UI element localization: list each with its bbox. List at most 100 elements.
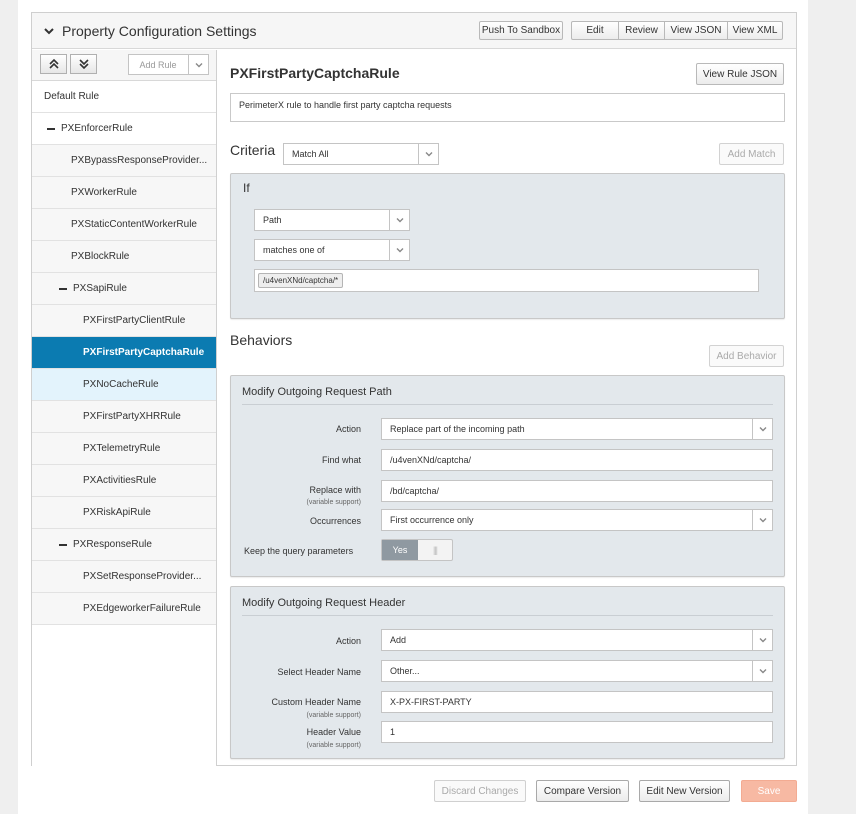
criteria-operator-select[interactable]: matches one of (254, 239, 410, 261)
tree-item[interactable]: PXTelemetryRule (32, 433, 216, 465)
tree-item[interactable]: PXBlockRule (32, 241, 216, 273)
custom-header-name-input[interactable]: X-PX-FIRST-PARTY (381, 691, 773, 713)
tree-item[interactable]: PXEdgeworkerFailureRule (32, 593, 216, 625)
tree-item[interactable]: PXFirstPartyClientRule (32, 305, 216, 337)
tree-item-label: PXSetResponseProvider... (83, 571, 202, 582)
edit-button[interactable]: Edit (571, 21, 619, 40)
criteria-field-value: Path (263, 215, 282, 225)
chevron-down-icon[interactable] (42, 24, 56, 38)
collapse-all-button[interactable] (70, 54, 97, 74)
tree-item-label: PXStaticContentWorkerRule (71, 219, 197, 230)
occurrences-value: First occurrence only (390, 515, 474, 525)
chevron-down-icon (389, 210, 409, 230)
tree-item[interactable]: PXResponseRule (32, 529, 216, 561)
add-rule-label: Add Rule (139, 59, 177, 70)
tree-item-label: PXBypassResponseProvider... (71, 155, 208, 166)
tree-item-selected[interactable]: PXFirstPartyCaptchaRule (32, 337, 216, 369)
replace-with-input[interactable]: /bd/captcha/ (381, 480, 773, 502)
discard-changes-button[interactable]: Discard Changes (434, 780, 526, 802)
find-what-input[interactable]: /u4venXNd/captcha/ (381, 449, 773, 471)
behaviors-title: Behaviors (230, 332, 293, 348)
action-label: Action (335, 424, 361, 434)
header-name-value: Other... (390, 666, 420, 676)
chevron-down-icon (418, 144, 438, 164)
property-config-panel: Property Configuration Settings Push To … (31, 12, 797, 766)
tree-item[interactable]: PXFirstPartyXHRRule (32, 401, 216, 433)
tree-item[interactable]: PXEnforcerRule (32, 113, 216, 145)
tree-item[interactable]: PXSetResponseProvider... (32, 561, 216, 593)
custom-header-name-label: Custom Header Name (271, 697, 361, 707)
tree-item[interactable]: PXRiskApiRule (32, 497, 216, 529)
behavior-title: Modify Outgoing Request Path (242, 386, 392, 398)
path-action-select[interactable]: Replace part of the incoming path (381, 418, 773, 440)
rule-tree-sidebar: Add Rule Default Rule PXEnforcerRule PXB… (32, 50, 217, 766)
chevron-double-up-icon (48, 58, 59, 69)
divider (242, 615, 773, 616)
sidebar-toolbar: Add Rule (32, 50, 216, 81)
edit-new-version-button[interactable]: Edit New Version (639, 780, 730, 802)
keep-query-toggle[interactable]: Yes ||| (381, 539, 453, 561)
tree-item[interactable]: PXStaticContentWorkerRule (32, 209, 216, 241)
tree-item-label: PXBlockRule (71, 251, 130, 262)
find-what-label: Find what (321, 455, 361, 465)
replace-with-sublabel: (variable support) (306, 499, 361, 506)
tree-item-label: PXEnforcerRule (61, 123, 133, 134)
toggle-yes: Yes (382, 540, 418, 560)
view-json-button[interactable]: View JSON (664, 21, 728, 40)
add-match-button[interactable]: Add Match (719, 143, 784, 165)
header-name-select[interactable]: Other... (381, 660, 773, 682)
tree-item[interactable]: PXWorkerRule (32, 177, 216, 209)
match-mode-select[interactable]: Match All (283, 143, 439, 165)
tree-item[interactable]: Default Rule (32, 81, 216, 113)
rule-description-textarea[interactable]: PerimeterX rule to handle first party ca… (230, 93, 785, 122)
review-button[interactable]: Review (618, 21, 665, 40)
occurrences-label: Occurrences (309, 516, 361, 526)
compare-version-button[interactable]: Compare Version (536, 780, 629, 802)
path-action-value: Replace part of the incoming path (390, 424, 525, 434)
match-mode-value: Match All (292, 149, 329, 159)
criteria-value-tag-input[interactable]: /u4venXNd/captcha/* (254, 269, 759, 292)
criteria-field-select[interactable]: Path (254, 209, 410, 231)
chevron-down-icon (188, 55, 208, 74)
header-value-label: Header Value (306, 727, 361, 737)
tree-item-label: PXNoCacheRule (83, 379, 159, 390)
divider (242, 404, 773, 405)
add-behavior-button[interactable]: Add Behavior (709, 345, 784, 367)
custom-header-name-sublabel: (variable support) (306, 712, 361, 719)
criteria-title: Criteria (230, 142, 276, 158)
collapse-toggle-icon[interactable] (59, 543, 67, 546)
tree-item-label: Default Rule (44, 91, 100, 102)
chevron-down-icon (752, 510, 772, 530)
header-action-select[interactable]: Add (381, 629, 773, 651)
tree-item[interactable]: PXNoCacheRule (32, 369, 216, 401)
replace-with-label: Replace with (309, 485, 361, 495)
save-button[interactable]: Save (741, 780, 797, 802)
push-to-sandbox-button[interactable]: Push To Sandbox (479, 21, 563, 40)
header-value-input[interactable]: 1 (381, 721, 773, 743)
chevron-down-icon (752, 419, 772, 439)
tree-item-label: PXResponseRule (73, 539, 152, 550)
chevron-down-icon (752, 661, 772, 681)
view-xml-button[interactable]: View XML (727, 21, 783, 40)
collapse-toggle-icon[interactable] (47, 127, 55, 130)
tree-item[interactable]: PXSapiRule (32, 273, 216, 305)
criteria-if-box: If Path matches one of /u4venXNd/captcha… (230, 173, 785, 319)
behavior-title: Modify Outgoing Request Header (242, 597, 406, 609)
occurrences-select[interactable]: First occurrence only (381, 509, 773, 531)
criteria-value-tag[interactable]: /u4venXNd/captcha/* (258, 273, 344, 288)
tree-item[interactable]: PXActivitiesRule (32, 465, 216, 497)
view-rule-json-button[interactable]: View Rule JSON (696, 63, 784, 85)
toggle-grip: ||| (432, 545, 438, 555)
expand-all-button[interactable] (40, 54, 67, 74)
add-rule-dropdown[interactable]: Add Rule (128, 54, 209, 75)
select-header-name-label: Select Header Name (277, 667, 361, 677)
collapse-toggle-icon[interactable] (59, 287, 67, 290)
tree-item[interactable]: PXBypassResponseProvider... (32, 145, 216, 177)
chevron-down-icon (752, 630, 772, 650)
action-label: Action (335, 636, 361, 646)
tree-item-label: PXFirstPartyClientRule (83, 315, 186, 326)
if-label: If (243, 181, 250, 195)
chevron-down-icon (389, 240, 409, 260)
tree-item-label: PXEdgeworkerFailureRule (83, 603, 201, 614)
tree-item-label: PXWorkerRule (71, 187, 137, 198)
